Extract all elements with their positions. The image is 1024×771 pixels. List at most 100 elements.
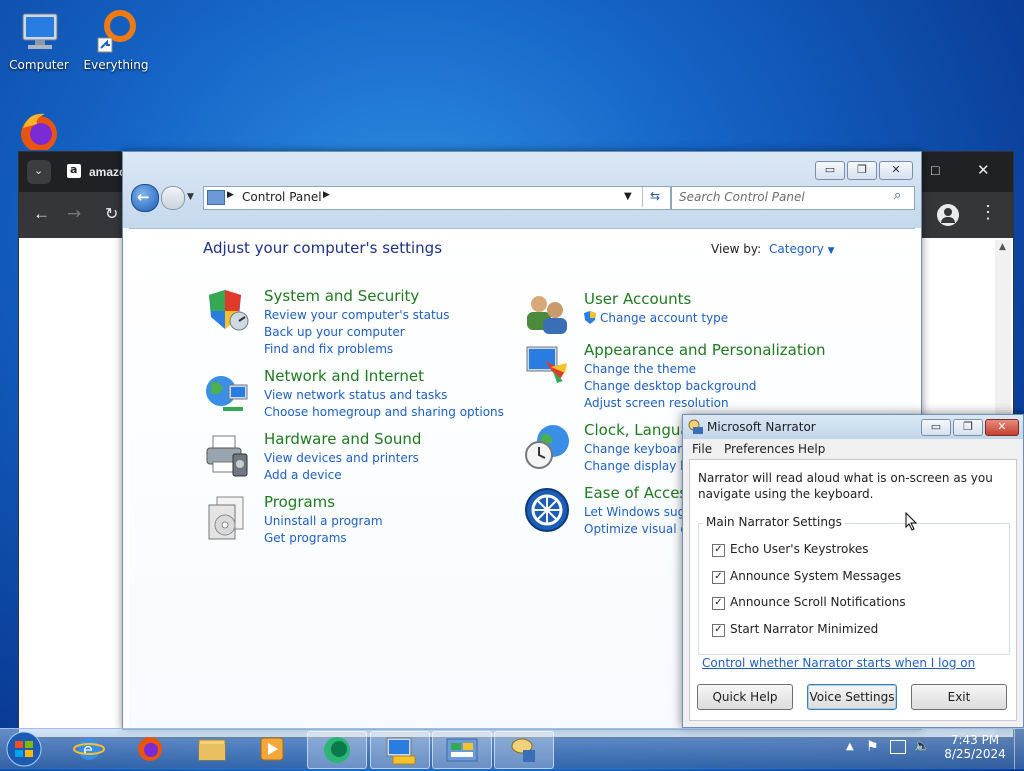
menu-preferences[interactable]: Preferences — [724, 442, 795, 456]
category-link[interactable]: Change desktop background — [584, 378, 756, 395]
category-link[interactable]: Find and fix problems — [264, 341, 393, 358]
search-icon[interactable]: ⌕ — [894, 188, 901, 203]
desktop-icon-label: Computer — [9, 58, 69, 72]
category-link[interactable]: Change keyboards — [584, 441, 696, 458]
taskbar-control-panel-app[interactable] — [432, 731, 492, 769]
desktop-icon-everything[interactable]: Everything — [78, 8, 154, 72]
search-input[interactable]: Search Control Panel ⌕ — [671, 186, 915, 210]
back-button[interactable]: ← — [131, 184, 159, 212]
category-link[interactable]: Optimize visual dis — [584, 521, 698, 538]
category-link[interactable]: View network status and tasks — [264, 387, 447, 404]
breadcrumb-separator-icon: ▶ — [227, 190, 234, 200]
desktop-icon-firefox[interactable] — [1, 108, 77, 150]
narrator-minimize-button[interactable]: ▭ — [921, 419, 951, 436]
category-link[interactable]: Back up your computer — [264, 324, 405, 341]
forward-button[interactable] — [161, 186, 185, 210]
internet-explorer-icon: e — [73, 738, 105, 760]
checkbox-label[interactable]: Announce System Messages — [730, 569, 901, 583]
voice-settings-button[interactable]: Voice Settings — [807, 684, 897, 710]
profile-avatar-icon[interactable] — [937, 204, 959, 226]
volume-icon[interactable]: 🔈 — [914, 739, 930, 754]
view-by-dropdown[interactable]: Category ▼ — [769, 242, 835, 256]
tab-search-button[interactable]: ⌄ — [27, 160, 51, 184]
address-bar[interactable]: ▶ Control Panel ▶ ▼ ⇆ — [203, 186, 671, 210]
category-title[interactable]: User Accounts — [584, 290, 691, 308]
category-link[interactable]: Get programs — [264, 530, 347, 547]
taskbar-explorer[interactable] — [183, 731, 241, 767]
category-link[interactable]: Review your computer's status — [264, 307, 450, 324]
category-title[interactable]: System and Security — [264, 287, 419, 305]
breadcrumb-separator-icon[interactable]: ▶ — [323, 190, 330, 200]
start-minimized-checkbox[interactable]: ✓ — [712, 624, 725, 637]
network-icon — [203, 369, 251, 417]
restore-icon: ❐ — [963, 420, 973, 433]
taskbar-internet-explorer[interactable]: e — [60, 731, 118, 767]
desktop-icon-computer[interactable]: Computer — [1, 8, 77, 72]
category-link[interactable]: Adjust screen resolution — [584, 395, 729, 412]
logon-settings-link[interactable]: Control whether Narrator starts when I l… — [702, 656, 975, 670]
minimize-button[interactable]: ▭ — [815, 161, 845, 180]
narrator-title-bar[interactable]: Microsoft Narrator ▭ ❐ ✕ — [683, 415, 1023, 439]
recent-pages-dropdown-icon[interactable]: ▼ — [187, 192, 194, 202]
category-link[interactable]: View devices and printers — [264, 450, 419, 467]
narrator-description: Narrator will read aloud what is on-scre… — [698, 471, 993, 501]
menu-help[interactable]: Help — [798, 442, 825, 456]
browser-menu-icon[interactable]: ⋮ — [979, 202, 997, 223]
show-desktop-button[interactable] — [1014, 729, 1024, 769]
taskbar-narrator-app[interactable] — [307, 731, 367, 769]
close-button[interactable]: ✕ — [879, 161, 913, 180]
category-title[interactable]: Ease of Access — [584, 484, 695, 502]
taskbar-system-app[interactable] — [370, 731, 430, 769]
search-placeholder: Search Control Panel — [679, 190, 805, 204]
category-link[interactable]: Add a device — [264, 467, 342, 484]
announce-scroll-checkbox[interactable]: ✓ — [712, 597, 725, 610]
checkbox-label[interactable]: Echo User's Keystrokes — [730, 542, 869, 556]
refresh-button[interactable]: ⇆ — [642, 187, 670, 207]
browser-tab-title[interactable]: amazo — [89, 165, 126, 179]
category-link[interactable]: Change the theme — [584, 361, 696, 378]
narrator-app-icon — [688, 419, 704, 438]
minimize-icon: ▭ — [930, 420, 942, 433]
action-center-flag-icon[interactable]: ⚑ — [866, 739, 879, 755]
clock-globe-icon — [523, 423, 571, 471]
category-title[interactable]: Programs — [264, 493, 335, 511]
taskbar-speech-app[interactable] — [494, 731, 554, 769]
checkbox-label[interactable]: Announce Scroll Notifications — [730, 595, 906, 609]
programs-icon — [203, 495, 251, 543]
clock[interactable]: 7:43 PM 8/25/2024 — [940, 733, 1010, 761]
network-tray-icon[interactable] — [890, 740, 906, 754]
taskbar-firefox[interactable] — [121, 731, 179, 767]
back-arrow-icon: ← — [137, 188, 150, 206]
checkbox-label[interactable]: Start Narrator Minimized — [730, 622, 878, 636]
narrator-close-button[interactable]: ✕ — [985, 419, 1019, 436]
browser-close-icon[interactable]: ✕ — [977, 161, 990, 179]
back-arrow-icon[interactable]: ← — [33, 204, 50, 224]
category-title[interactable]: Network and Internet — [264, 367, 424, 385]
narrator-restore-button[interactable]: ❐ — [953, 419, 983, 436]
svg-text:e: e — [83, 740, 93, 759]
taskbar-media-player[interactable] — [243, 731, 301, 767]
quick-help-button[interactable]: Quick Help — [697, 684, 793, 710]
echo-keystrokes-checkbox[interactable]: ✓ — [712, 544, 725, 557]
category-link[interactable]: Change account type — [600, 310, 728, 327]
exit-button[interactable]: Exit — [911, 684, 1007, 710]
category-title[interactable]: Hardware and Sound — [264, 430, 421, 448]
reload-icon[interactable]: ↻ — [105, 204, 118, 224]
restore-button[interactable]: ❐ — [847, 161, 877, 180]
category-title[interactable]: Appearance and Personalization — [584, 341, 826, 359]
scroll-up-icon[interactable]: ▲ — [999, 242, 1006, 252]
forward-arrow-icon[interactable]: → — [67, 204, 81, 224]
menu-file[interactable]: File — [692, 442, 712, 456]
browser-maximize-icon[interactable]: □ — [931, 162, 939, 178]
appearance-icon — [523, 341, 571, 389]
control-panel-small-icon — [207, 190, 225, 205]
address-dropdown-icon[interactable]: ▼ — [624, 191, 632, 202]
show-hidden-icons-button[interactable]: ▲ — [846, 741, 854, 752]
category-link[interactable]: Choose homegroup and sharing options — [264, 404, 504, 421]
start-button[interactable] — [4, 730, 44, 768]
firefox-icon — [15, 108, 63, 150]
category-link[interactable]: Uninstall a program — [264, 513, 383, 530]
breadcrumb[interactable]: Control Panel — [242, 190, 322, 204]
narrator-app-icon — [324, 737, 350, 763]
announce-system-messages-checkbox[interactable]: ✓ — [712, 571, 725, 584]
